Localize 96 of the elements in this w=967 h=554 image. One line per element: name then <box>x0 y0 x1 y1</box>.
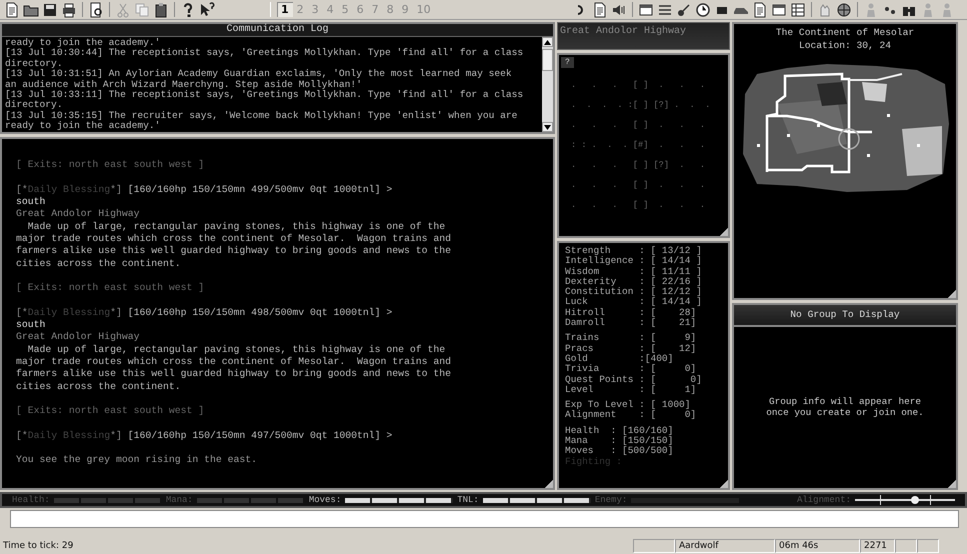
session-tab[interactable]: 3 <box>308 2 323 17</box>
unknown-badge: ? <box>561 57 574 68</box>
notes-icon[interactable] <box>752 2 768 18</box>
map-row-text: . . . [ ] . . . <box>571 79 706 92</box>
prompt-line: [*Daily Blessing*] [160/160hp 150/150mn 499/500mv 0qt 1000tnl] > <box>16 182 394 196</box>
document-icon[interactable] <box>4 2 20 18</box>
command-input[interactable] <box>10 510 959 528</box>
stat-row-text: Constitution : [ 12/12 ] <box>565 287 703 298</box>
map-row-text: . . . . :[ ] [?] . . . <box>571 99 712 112</box>
command-line: south <box>16 196 46 208</box>
room-name: Great Andolor Highway <box>16 331 140 344</box>
log-line: an audience with Arch Wizard Maerchyng. Step aside Mollykhan!' <box>5 80 363 90</box>
clipboard-icon[interactable] <box>153 2 169 18</box>
table-icon[interactable] <box>790 2 806 18</box>
tick-timer: Time to tick: 29 <box>2 541 74 551</box>
map-row-text: . . . [ ] . . . <box>571 199 706 212</box>
stat-row-text: Trivia : [ 0] <box>565 364 698 375</box>
panel-icon[interactable] <box>771 2 787 18</box>
session-tab[interactable]: 2 <box>292 2 308 17</box>
clock-icon[interactable] <box>695 2 711 18</box>
session-tab[interactable]: 6 <box>352 2 368 17</box>
status-bar-field: 2271 <box>860 539 895 553</box>
status-bar-panel <box>633 539 675 553</box>
map-row-text: . . . [ ] [?] . . <box>571 159 706 172</box>
map-title: The Continent of Mesolar <box>776 26 914 39</box>
gauge-label: Health: <box>12 495 50 505</box>
stat-row-text: Trains : [ 9] <box>565 333 698 344</box>
stat-row-text: Gold :[400] <box>565 354 674 364</box>
room-name: Great Andolor Highway <box>16 208 140 221</box>
map-row-text: : : . . . [#] . . . <box>571 139 706 152</box>
status-bar-panel <box>895 539 917 553</box>
stat-row-text: Moves : [500/500] <box>565 446 674 457</box>
log-line: [13 Jul 10:31:51] An Aylorian Academy Guardian exclaims, 'Only the most learned may seek <box>5 69 513 80</box>
scroll-up-icon[interactable] <box>544 40 551 44</box>
stat-row-text: Quest Points : [ 0] <box>565 374 703 385</box>
window-icon[interactable] <box>638 2 654 18</box>
stat-row-text: Hitroll : [ 28] <box>565 308 698 318</box>
stat-row-text: Dexterity : [ 22/16 ] <box>565 276 703 287</box>
session-tab[interactable]: 1 <box>277 2 293 17</box>
session-tab[interactable]: 7 <box>368 2 383 17</box>
session-tab[interactable]: 8 <box>382 2 398 17</box>
log-line: [13 Jul 10:33:11] The receptionist says, 'Greetings Mollykhan. Type 'find all' for a class <box>5 90 524 100</box>
gauge-label: Moves: <box>308 495 342 505</box>
preview-icon[interactable] <box>88 2 104 18</box>
scrollbar[interactable] <box>542 37 553 132</box>
log-line: ready to join the academy.' <box>5 121 162 132</box>
alignment-label: Alignment: <box>796 495 851 505</box>
exits-line: [ Exits: north east south west ] <box>16 158 206 172</box>
stat-row-text: Pracs : [ 12] <box>565 344 698 354</box>
panel-title: No Group To Display <box>734 305 956 327</box>
alignment-slider[interactable] <box>855 494 955 506</box>
stat-row-text: Intelligence : [ 14/14 ] <box>565 256 703 267</box>
stat-row-text: Alignment : [ 0] <box>565 410 698 421</box>
group-message: Group info will appear here once you create or join one. <box>766 397 924 418</box>
status-bar-panel <box>917 539 939 553</box>
gauge-label: Mana: <box>166 495 193 505</box>
stat-row-text: Damroll : [ 21] <box>565 318 698 328</box>
scrollbar-thumb[interactable] <box>542 49 553 71</box>
command-line: south <box>16 319 46 332</box>
map-row-text: . . . [ ] . . . <box>571 119 706 132</box>
prompt-line: [*Daily Blessing*] [160/160hp 150/150mn 497/500mv 0qt 1000tnl] > <box>16 428 394 442</box>
globe-icon[interactable] <box>836 2 852 18</box>
log-line: directory. <box>5 100 64 111</box>
status-bar-field: Aardwolf <box>675 539 775 553</box>
stat-row-text: Strength : [ 13/12 ] <box>565 246 703 256</box>
session-tab[interactable]: 4 <box>322 2 338 17</box>
log-line: directory. <box>5 58 64 69</box>
prompt-line: [*Daily Blessing*] [160/160hp 150/150mn 498/500mv 0qt 1000tnl] > <box>16 306 394 320</box>
log-line: [13 Jul 10:35:15] The recruiter says, 'Welcome back Mollykhan! Type 'enlist' when you are <box>5 110 518 121</box>
session-tab[interactable]: 5 <box>338 2 353 17</box>
stat-row-text: Mana : [150/150] <box>565 436 674 446</box>
room-title: Great Andolor Highway <box>557 22 730 50</box>
session-tab[interactable]: 10 <box>412 2 435 17</box>
printer-icon[interactable] <box>61 2 77 18</box>
status-bar-field: 06m 46s <box>775 539 860 553</box>
stat-row-text: Wisdom : [ 11/11 ] <box>565 266 703 277</box>
room-description: Made up of large, rectangular paving stones, this highway is one of the major trade routes which cross the continent of Mesolar. Wagon trains and farmers alike use this well guarded highway to bring goods and news to the cities across the continent. <box>16 344 452 393</box>
pointer-help-icon[interactable] <box>199 2 215 18</box>
map-row-text: . . . [ ] . . . <box>571 179 706 192</box>
log-line: [13 Jul 10:30:44] The receptionist says, 'Greetings Mollykhan. Type 'find all' for a class <box>5 48 524 59</box>
stat-row-text: Luck : [ 14/14 ] <box>565 297 703 308</box>
map-location: Location: 30, 24 <box>798 39 892 52</box>
log-line: ready to join the academy.' <box>5 38 162 48</box>
panel-title: Communication Log <box>2 24 553 37</box>
gauge-label: TNL: <box>457 495 479 505</box>
message-line: You see the grey moon rising in the east. <box>16 453 258 467</box>
document-icon[interactable] <box>592 2 608 18</box>
session-tab[interactable]: 9 <box>398 2 413 17</box>
stat-row-text: Health : [160/160] <box>565 426 674 436</box>
scroll-down-icon[interactable] <box>544 124 551 130</box>
gauge-label: Enemy: <box>594 495 628 505</box>
stat-row-text: Level : [ 1] <box>565 384 696 396</box>
exits-line: [ Exits: north east south west ] <box>16 404 206 418</box>
stat-row-text: Exp To Level : [ 1000] <box>565 400 690 410</box>
room-description: Made up of large, rectangular paving stones, this highway is one of the major trade routes which cross the continent of Mesolar. Wagon trains and farmers alike use this well guarded highway to bring goods and news to the cities across the continent. <box>16 220 452 270</box>
exits-line: [ Exits: north east south west ] <box>16 281 206 295</box>
